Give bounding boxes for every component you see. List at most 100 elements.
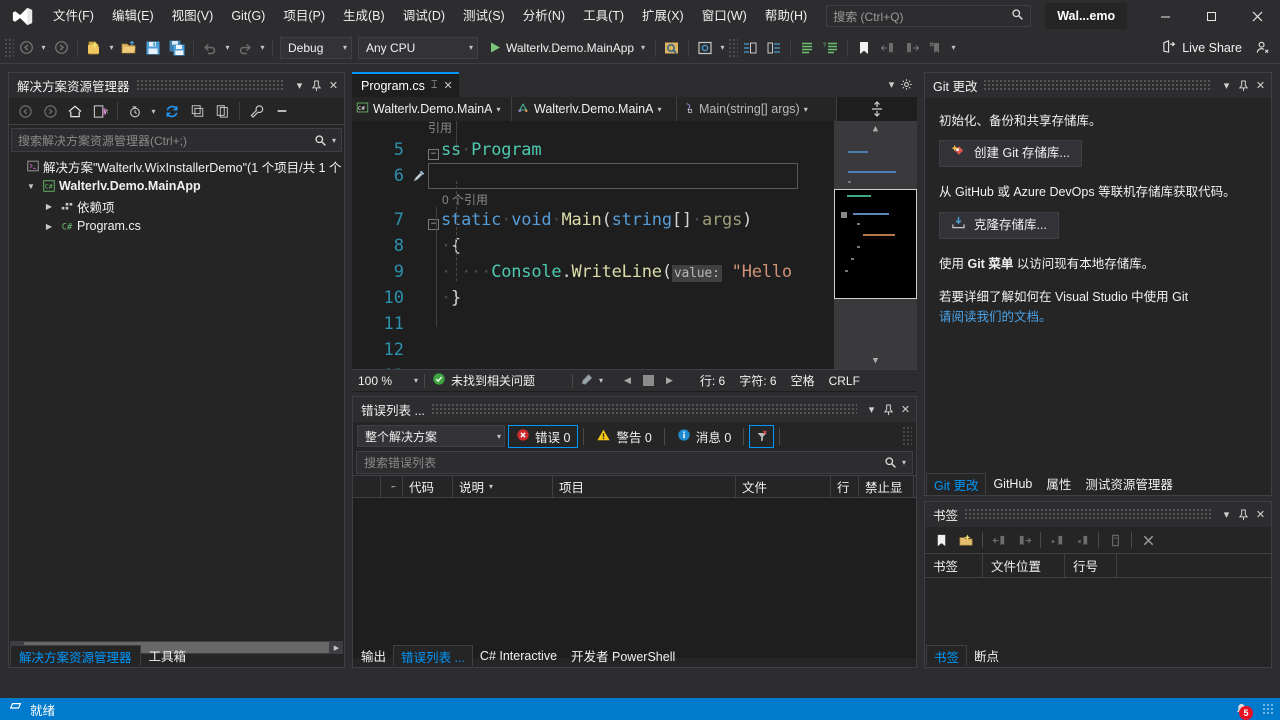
tab-dropdown-icon[interactable]: ▾ — [883, 72, 900, 97]
tab-github[interactable]: GitHub — [986, 473, 1039, 494]
new-folder-icon[interactable] — [954, 529, 978, 551]
redo-dropdown-icon[interactable]: ▾ — [257, 36, 268, 60]
quick-actions-screwdriver-icon[interactable] — [410, 169, 428, 183]
redo-icon[interactable] — [233, 36, 257, 60]
split-view-icon[interactable] — [837, 97, 917, 121]
close-icon[interactable]: ✕ — [1252, 505, 1269, 525]
home-icon[interactable] — [63, 100, 87, 122]
pending-changes-filter-icon[interactable] — [123, 100, 147, 122]
panel-menu-icon[interactable]: ▾ — [863, 400, 880, 420]
next-bookmark-icon[interactable] — [1012, 529, 1036, 551]
messages-filter-button[interactable]: 消息 0 — [670, 425, 738, 448]
bookmark-icon[interactable] — [852, 36, 876, 60]
toolbar-grip[interactable] — [4, 38, 14, 58]
menu-item-git[interactable]: Git(G) — [222, 0, 274, 32]
column-header-suppression[interactable]: 禁止显 — [859, 476, 914, 497]
header-drag-dots[interactable] — [964, 509, 1212, 520]
pin-icon[interactable] — [1235, 76, 1252, 96]
chevron-down-icon[interactable]: ▾ — [414, 376, 424, 385]
save-icon[interactable] — [141, 36, 165, 60]
menu-item-tools[interactable]: 工具(T) — [574, 0, 633, 32]
tab-csharp-interactive[interactable]: C# Interactive — [473, 645, 564, 666]
menu-item-test[interactable]: 测试(S) — [454, 0, 514, 32]
uncomment-icon[interactable]: ? — [819, 36, 843, 60]
nav-back-icon[interactable]: ◀ — [624, 375, 631, 386]
decrease-indent-icon[interactable] — [738, 36, 762, 60]
back-icon[interactable] — [13, 100, 37, 122]
header-drag-dots[interactable] — [136, 80, 285, 91]
column-header-suppression-state-icon[interactable]: ⌐ — [381, 476, 403, 497]
menu-item-extensions[interactable]: 扩展(X) — [633, 0, 693, 32]
nav-stop-icon[interactable] — [643, 375, 654, 386]
toolbar-grip[interactable] — [728, 38, 738, 58]
next-bookmark-icon[interactable] — [900, 36, 924, 60]
header-drag-dots[interactable] — [431, 404, 857, 415]
tab-developer-powershell[interactable]: 开发者 PowerShell — [564, 645, 682, 666]
previous-bookmark-icon[interactable] — [876, 36, 900, 60]
menu-item-analyze[interactable]: 分析(N) — [514, 0, 574, 32]
solution-explorer-search-input[interactable]: 搜索解决方案资源管理器(Ctrl+;) ▾ — [11, 128, 342, 152]
pin-icon[interactable]: ⌶ — [431, 79, 438, 92]
header-drag-dots[interactable] — [983, 80, 1212, 91]
solution-overview-icon[interactable]: VS — [88, 100, 112, 122]
delete-bookmark-icon[interactable] — [1136, 529, 1160, 551]
new-project-dropdown-icon[interactable]: ▾ — [106, 36, 117, 60]
disable-bookmark-icon[interactable] — [1103, 529, 1127, 551]
global-search-input[interactable]: 搜索 (Ctrl+Q) — [826, 5, 1031, 27]
editor-issues-status[interactable]: 未找到相关问题 — [425, 372, 542, 389]
errors-filter-button[interactable]: 错误 0 — [508, 425, 578, 448]
toggle-bookmark-icon[interactable] — [929, 529, 953, 551]
forward-icon[interactable] — [38, 100, 62, 122]
clear-bookmarks-icon[interactable] — [924, 36, 948, 60]
navigate-back-dropdown-icon[interactable]: ▾ — [38, 36, 49, 60]
indent-mode-status[interactable]: 空格 — [784, 372, 822, 389]
tree-item-project[interactable]: ▼ C# Walterlv.Demo.MainApp — [9, 176, 344, 196]
navigate-forward-icon[interactable] — [49, 36, 73, 60]
collapse-region-icon[interactable]: − — [428, 149, 439, 160]
resize-grip-icon[interactable] — [1262, 703, 1274, 715]
git-docs-link[interactable]: 请阅读我们的文档。 — [939, 308, 1257, 327]
close-icon[interactable]: ✕ — [897, 400, 914, 420]
chevron-down-icon[interactable]: ▾ — [599, 376, 603, 385]
menu-item-file[interactable]: 文件(F) — [44, 0, 103, 32]
menu-item-edit[interactable]: 编辑(E) — [103, 0, 163, 32]
tab-solution-explorer[interactable]: 解决方案资源管理器 — [10, 645, 141, 666]
scroll-right-icon[interactable]: ▶ — [330, 644, 343, 652]
column-header-blank[interactable] — [353, 476, 381, 497]
chevron-collapsed-icon[interactable]: ▶ — [41, 202, 57, 211]
menu-item-view[interactable]: 视图(V) — [163, 0, 223, 32]
tab-test-explorer[interactable]: 测试资源管理器 — [1078, 473, 1180, 494]
previous-in-folder-icon[interactable] — [1045, 529, 1069, 551]
tree-item-dependencies[interactable]: ▶ 依赖项 — [9, 196, 344, 216]
maximize-button[interactable] — [1188, 0, 1234, 32]
close-icon[interactable]: ✕ — [444, 79, 453, 92]
collapse-region-icon[interactable]: − — [428, 219, 439, 230]
nav-forward-icon[interactable]: ▶ — [666, 375, 673, 386]
filter-dropdown-icon[interactable]: ▾ — [148, 99, 159, 123]
column-header-file[interactable]: 文件 — [736, 476, 831, 497]
tab-git-changes[interactable]: Git 更改 — [926, 473, 986, 494]
comment-icon[interactable] — [795, 36, 819, 60]
minimize-icon[interactable] — [270, 100, 294, 122]
breadcrumb-namespace[interactable]: Walterlv.Demo.MainA ▾ — [512, 97, 677, 121]
minimap-scroll-down-icon[interactable]: ▼ — [834, 353, 917, 369]
show-all-files-icon[interactable] — [210, 100, 234, 122]
minimize-button[interactable] — [1142, 0, 1188, 32]
tab-output[interactable]: 输出 — [354, 645, 393, 666]
column-header-code[interactable]: 代码 — [403, 476, 453, 497]
chevron-expanded-icon[interactable]: ▼ — [23, 182, 39, 191]
code-adornment-references[interactable]: 0 个引用 — [442, 191, 488, 208]
solution-configuration-combo[interactable]: Debug ▾ — [280, 37, 352, 59]
open-file-icon[interactable] — [117, 36, 141, 60]
column-header-description[interactable]: 说明 ▾ — [453, 476, 553, 497]
save-all-icon[interactable] — [165, 36, 189, 60]
undo-icon[interactable] — [198, 36, 222, 60]
filter-icon[interactable] — [749, 425, 774, 448]
error-scope-combo[interactable]: 整个解决方案 ▾ — [357, 425, 505, 447]
bookmarks-rows[interactable] — [925, 578, 1271, 648]
live-preview-icon[interactable] — [693, 36, 717, 60]
next-in-folder-icon[interactable] — [1070, 529, 1094, 551]
minimap-viewport[interactable] — [834, 189, 917, 299]
previous-bookmark-icon[interactable] — [987, 529, 1011, 551]
pin-icon[interactable] — [1235, 505, 1252, 525]
